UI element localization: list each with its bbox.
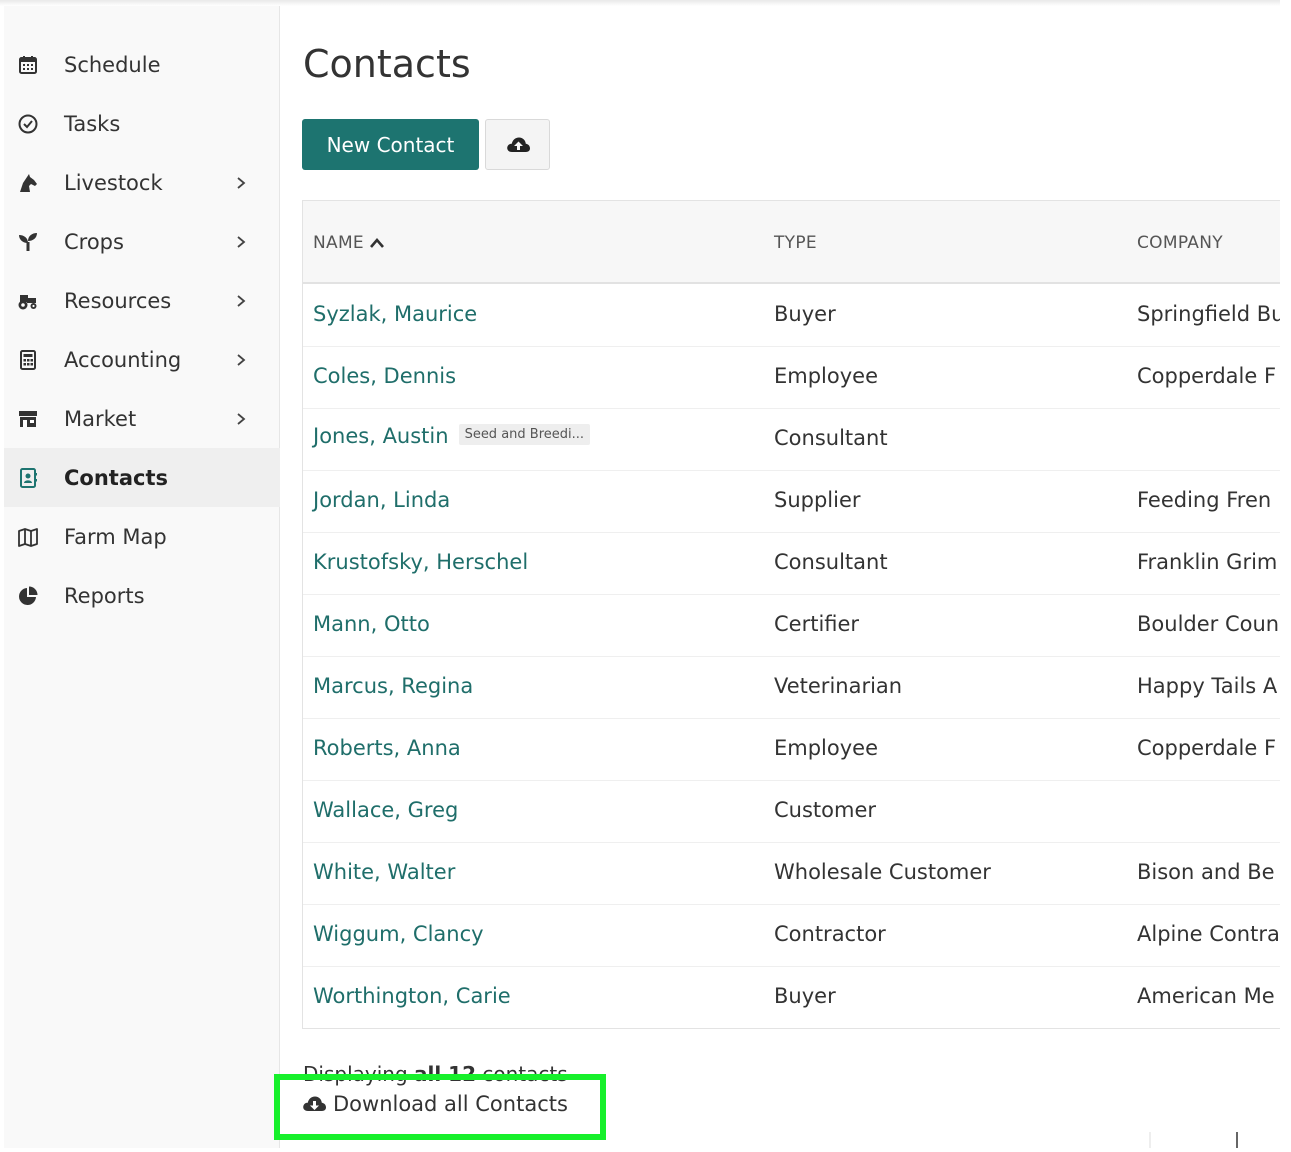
contacts-count-summary: Displaying all 12 contacts xyxy=(303,1062,568,1086)
calendar-icon xyxy=(15,52,41,78)
contact-name-link[interactable]: Syzlak, Maurice xyxy=(313,302,477,326)
chevron-right-icon xyxy=(234,235,248,249)
page-title: Contacts xyxy=(303,42,471,86)
table-row: Worthington, Carie Buyer American Me xyxy=(303,967,1280,1029)
contact-type: Veterinarian xyxy=(774,674,903,698)
contact-type: Consultant xyxy=(774,426,888,450)
contact-name-link[interactable]: Jones, Austin xyxy=(313,424,449,448)
table-row: Jones, Austin Seed and Breedi... Consult… xyxy=(303,409,1280,471)
table-row: Roberts, Anna Employee Copperdale F xyxy=(303,719,1280,781)
sidebar-item-label: Crops xyxy=(64,229,124,254)
contact-type: Consultant xyxy=(774,550,888,574)
sidebar-item-market[interactable]: Market xyxy=(4,389,280,448)
sidebar-item-crops[interactable]: Crops xyxy=(4,212,280,271)
contact-type: Employee xyxy=(774,364,879,388)
contact-tag: Seed and Breedi... xyxy=(458,423,591,445)
column-header-type[interactable]: TYPE xyxy=(774,233,817,253)
store-icon xyxy=(15,406,41,432)
sidebar-item-label: Reports xyxy=(64,583,145,608)
table-row: White, Walter Wholesale Customer Bison a… xyxy=(303,843,1280,905)
check-circle-icon xyxy=(15,111,41,137)
contact-name-link[interactable]: Worthington, Carie xyxy=(313,984,511,1008)
sidebar-item-label: Contacts xyxy=(64,465,168,490)
table-row: Coles, Dennis Employee Copperdale F xyxy=(303,347,1280,409)
chevron-right-icon xyxy=(234,353,248,367)
contact-name-cell: Jones, Austin Seed and Breedi... xyxy=(313,423,591,448)
contact-company: American Me xyxy=(1137,984,1275,1008)
contact-name-link[interactable]: Wiggum, Clancy xyxy=(313,922,484,946)
contact-type: Certifier xyxy=(774,612,860,636)
table-row: Wiggum, Clancy Contractor Alpine Contra xyxy=(303,905,1280,967)
column-header-company[interactable]: COMPANY xyxy=(1137,233,1223,253)
contact-company: Happy Tails A xyxy=(1137,674,1278,698)
sidebar-item-resources[interactable]: Resources xyxy=(4,271,280,330)
sidebar-item-farm-map[interactable]: Farm Map xyxy=(4,507,280,566)
contact-type: Supplier xyxy=(774,488,861,512)
cloud-upload-icon xyxy=(505,134,531,156)
contact-name-link[interactable]: Jordan, Linda xyxy=(313,488,450,512)
chevron-right-icon xyxy=(234,412,248,426)
column-header-name[interactable]: NAME xyxy=(313,233,385,253)
contact-company: Bison and Be xyxy=(1137,860,1275,884)
address-book-icon xyxy=(15,465,41,491)
contact-name-link[interactable]: Krustofsky, Herschel xyxy=(313,550,528,574)
sidebar-item-label: Tasks xyxy=(64,111,121,136)
pie-chart-icon xyxy=(15,583,41,609)
contact-name-link[interactable]: Marcus, Regina xyxy=(313,674,473,698)
contact-name-link[interactable]: Coles, Dennis xyxy=(313,364,456,388)
sidebar-item-livestock[interactable]: Livestock xyxy=(4,153,280,212)
table-row: Marcus, Regina Veterinarian Happy Tails … xyxy=(303,657,1280,719)
contact-type: Contractor xyxy=(774,922,886,946)
table-row: Jordan, Linda Supplier Feeding Fren xyxy=(303,471,1280,533)
sidebar-item-label: Market xyxy=(64,406,137,431)
sidebar-item-label: Resources xyxy=(64,288,172,313)
sidebar-item-accounting[interactable]: Accounting xyxy=(4,330,280,389)
table-row: Syzlak, Maurice Buyer Springfield Bu xyxy=(303,285,1280,347)
pagination-fragment xyxy=(1140,1132,1280,1148)
sidebar-item-contacts[interactable]: Contacts xyxy=(4,448,280,507)
table-row: Wallace, Greg Customer xyxy=(303,781,1280,843)
sidebar-item-schedule[interactable]: Schedule xyxy=(4,35,280,94)
sidebar-item-label: Farm Map xyxy=(64,524,167,549)
contact-name-link[interactable]: Wallace, Greg xyxy=(313,798,458,822)
sidebar-item-label: Accounting xyxy=(64,347,182,372)
table-header: NAME TYPE COMPANY xyxy=(303,201,1280,284)
contact-name-link[interactable]: White, Walter xyxy=(313,860,455,884)
sidebar-item-label: Livestock xyxy=(64,170,163,195)
contact-company: Alpine Contra xyxy=(1137,922,1280,946)
horse-icon xyxy=(15,170,41,196)
upload-button[interactable] xyxy=(485,119,550,170)
sidebar-item-tasks[interactable]: Tasks xyxy=(4,94,280,153)
new-contact-button[interactable]: New Contact xyxy=(302,119,479,170)
contact-company: Copperdale F xyxy=(1137,364,1277,388)
sort-ascending-icon xyxy=(364,237,385,249)
chevron-right-icon xyxy=(234,294,248,308)
chevron-right-icon xyxy=(234,176,248,190)
contact-company: Copperdale F xyxy=(1137,736,1277,760)
contact-company: Franklin Grim xyxy=(1137,550,1278,574)
contact-type: Wholesale Customer xyxy=(774,860,991,884)
contact-company: Feeding Fren xyxy=(1137,488,1272,512)
contact-type: Buyer xyxy=(774,302,836,326)
contact-company: Springfield Bu xyxy=(1137,302,1280,326)
table-row: Mann, Otto Certifier Boulder Coun xyxy=(303,595,1280,657)
contact-type: Employee xyxy=(774,736,879,760)
contact-name-link[interactable]: Roberts, Anna xyxy=(313,736,461,760)
sidebar-item-reports[interactable]: Reports xyxy=(4,566,280,625)
sidebar: Schedule Tasks Livestock Crops Resources xyxy=(4,6,280,1148)
main-content: Contacts New Contact NAME TYPE COMPANY S… xyxy=(281,6,1280,1148)
download-all-contacts-link[interactable]: Download all Contacts xyxy=(301,1092,572,1116)
contact-type: Buyer xyxy=(774,984,836,1008)
map-icon xyxy=(15,524,41,550)
contact-name-link[interactable]: Mann, Otto xyxy=(313,612,430,636)
contact-type: Customer xyxy=(774,798,877,822)
seedling-icon xyxy=(15,229,41,255)
contact-company: Boulder Coun xyxy=(1137,612,1280,636)
contacts-table: NAME TYPE COMPANY Syzlak, Maurice Buyer … xyxy=(302,200,1280,1029)
sidebar-item-label: Schedule xyxy=(64,52,161,77)
calculator-icon xyxy=(15,347,41,373)
tractor-icon xyxy=(15,288,41,314)
table-row: Krustofsky, Herschel Consultant Franklin… xyxy=(303,533,1280,595)
cloud-download-icon xyxy=(301,1093,333,1115)
